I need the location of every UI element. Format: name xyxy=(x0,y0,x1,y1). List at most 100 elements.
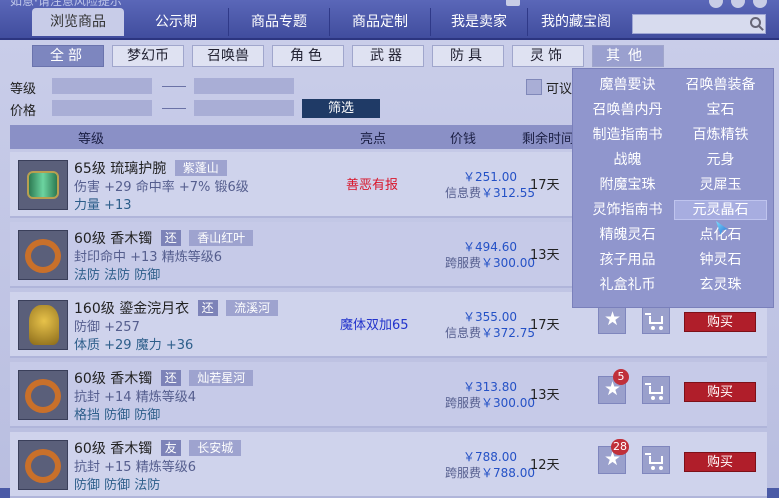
dropdown-item[interactable]: 战魄 xyxy=(581,150,674,170)
dropdown-item[interactable]: 孩子用品 xyxy=(581,250,674,270)
buy-button[interactable]: 购买 xyxy=(684,452,756,472)
favorite-button[interactable] xyxy=(598,306,626,334)
item-title: 160级 鎏金浣月衣 还 流溪河 xyxy=(74,298,279,318)
item-thumbnail[interactable] xyxy=(18,230,68,280)
negotiable-checkbox[interactable] xyxy=(526,79,542,95)
bracelet-icon xyxy=(27,171,59,199)
item-thumbnail[interactable] xyxy=(18,300,68,350)
friend-badge: 友 xyxy=(160,440,181,456)
dropdown-item[interactable]: 召唤兽内丹 xyxy=(581,100,674,120)
return-badge: 还 xyxy=(197,300,218,316)
item-title: 60级 香木镯 友 长安城 xyxy=(74,438,242,458)
dropdown-item[interactable]: 百炼精铁 xyxy=(674,125,767,145)
price-max-input[interactable] xyxy=(194,100,294,116)
item-attr2: 格挡 防御 防御 xyxy=(74,408,161,423)
category-accessory[interactable]: 灵饰 xyxy=(512,45,584,67)
dropdown-item[interactable]: 灵犀玉 xyxy=(674,175,767,195)
dropdown-item[interactable]: 魔兽要诀 xyxy=(581,75,674,95)
favorite-button[interactable]: 5 xyxy=(598,369,629,404)
item-level: 160级 xyxy=(74,301,115,317)
dropdown-item[interactable]: 宝石 xyxy=(674,100,767,120)
dropdown-item[interactable]: 制造指南书 xyxy=(581,125,674,145)
fee-label: 跨服费 xyxy=(444,256,481,270)
item-title: 60级 香木镯 还 灿若星河 xyxy=(74,368,254,388)
item-attr1: 伤害 +29 命中率 +7% 锻6级 xyxy=(74,180,249,195)
favorite-button[interactable]: 28 xyxy=(598,439,629,474)
tab-seller[interactable]: 我是卖家 xyxy=(431,8,528,36)
bracelet-icon xyxy=(25,239,61,273)
category-role[interactable]: 角色 xyxy=(272,45,344,67)
item-remaining: 13天 xyxy=(530,248,560,263)
category-all[interactable]: 全部 xyxy=(32,45,104,67)
search-icon[interactable] xyxy=(750,17,761,28)
item-thumbnail[interactable] xyxy=(18,440,68,490)
category-weapon[interactable]: 武器 xyxy=(352,45,424,67)
table-header: 等级 亮点 价钱 剩余时间 xyxy=(10,125,590,149)
favorite-count: 5 xyxy=(613,369,629,385)
level-min-input[interactable] xyxy=(52,78,152,94)
minimize-icon[interactable] xyxy=(709,0,723,8)
dropdown-item[interactable]: 元灵晶石 xyxy=(674,200,767,220)
buy-button[interactable]: 购买 xyxy=(684,312,756,332)
search-input[interactable] xyxy=(632,14,766,34)
cart-button[interactable] xyxy=(642,446,670,474)
item-attr2: 防御 防御 法防 xyxy=(74,478,161,493)
top-bar: 如意·请注意风险提示 浏览商品 公示期 商品专题 商品定制 我是卖家 我的藏宝阁 xyxy=(0,0,779,40)
fee-label: 跨服费 xyxy=(444,396,481,410)
table-row[interactable]: 60级 香木镯 友 长安城 抗封 +15 精炼等级6 防御 防御 法防 ￥788… xyxy=(10,432,767,498)
item-title: 60级 香木镯 还 香山红叶 xyxy=(74,228,254,248)
dropdown-item[interactable]: 钟灵石 xyxy=(674,250,767,270)
dropdown-grid: 魔兽要诀 召唤兽装备 召唤兽内丹 宝石 制造指南书 百炼精铁 战魄 元身 附魔宝珠 灵犀玉 灵饰指南… xyxy=(581,75,767,295)
dropdown-item[interactable]: 精魄灵石 xyxy=(581,225,674,245)
table-row[interactable]: 60级 香木镯 还 灿若星河 抗封 +14 精炼等级4 格挡 防御 防御 ￥31… xyxy=(10,362,767,428)
item-thumbnail[interactable] xyxy=(18,370,68,420)
item-name: 鎏金浣月衣 xyxy=(119,301,190,317)
category-bar: 全部 梦幻币 召唤兽 角色 武器 防具 灵饰 其他 xyxy=(32,45,664,67)
item-name: 香木镯 xyxy=(110,441,153,457)
window-icon[interactable] xyxy=(506,0,520,6)
buy-button[interactable]: 购买 xyxy=(684,382,756,402)
armor-icon xyxy=(29,305,59,345)
item-attr1: 抗封 +14 精炼等级4 xyxy=(74,390,196,405)
other-category-dropdown: 魔兽要诀 召唤兽装备 召唤兽内丹 宝石 制造指南书 百炼精铁 战魄 元身 附魔宝珠 灵犀玉 灵饰指南… xyxy=(572,68,774,308)
price-min-input[interactable] xyxy=(52,100,152,116)
category-other[interactable]: 其他 xyxy=(592,45,664,67)
dropdown-item[interactable]: 礼盒礼币 xyxy=(581,275,674,295)
tab-publicity[interactable]: 公示期 xyxy=(124,8,229,36)
server-tag: 紫蓬山 xyxy=(174,160,227,176)
category-armor[interactable]: 防具 xyxy=(432,45,504,67)
header-level: 等级 xyxy=(78,132,105,147)
category-pets[interactable]: 召唤兽 xyxy=(192,45,264,67)
server-tag: 流溪河 xyxy=(226,300,279,316)
level-max-input[interactable] xyxy=(194,78,294,94)
negotiable-label: 可议 xyxy=(546,82,573,97)
tab-my-treasure[interactable]: 我的藏宝阁 xyxy=(528,8,624,36)
settings-icon[interactable] xyxy=(731,0,745,8)
tab-topics[interactable]: 商品专题 xyxy=(229,8,330,36)
header-price: 价钱 xyxy=(450,132,477,147)
range-dash xyxy=(162,108,186,109)
tab-custom[interactable]: 商品定制 xyxy=(330,8,431,36)
filter-button[interactable]: 筛选 xyxy=(302,99,380,118)
item-attr1: 抗封 +15 精炼等级6 xyxy=(74,460,196,475)
close-icon[interactable] xyxy=(753,0,767,8)
dropdown-item[interactable]: 灵饰指南书 xyxy=(581,200,674,220)
range-dash xyxy=(162,86,186,87)
item-remaining: 17天 xyxy=(530,318,560,333)
return-badge: 还 xyxy=(160,370,181,386)
tab-browse[interactable]: 浏览商品 xyxy=(32,8,124,36)
item-thumbnail[interactable] xyxy=(18,160,68,210)
cart-button[interactable] xyxy=(642,306,670,334)
category-currency[interactable]: 梦幻币 xyxy=(112,45,184,67)
server-tag: 灿若星河 xyxy=(189,370,254,386)
dropdown-item[interactable]: 元身 xyxy=(674,150,767,170)
cart-button[interactable] xyxy=(642,376,670,404)
header-highlight: 亮点 xyxy=(360,132,387,147)
item-name: 香木镯 xyxy=(110,371,153,387)
price-label: 价格 xyxy=(10,104,37,119)
dropdown-item[interactable]: 召唤兽装备 xyxy=(674,75,767,95)
dropdown-item[interactable]: 附魔宝珠 xyxy=(581,175,674,195)
item-attr1: 封印命中 +13 精炼等级6 xyxy=(74,250,222,265)
dropdown-item[interactable]: 玄灵珠 xyxy=(674,275,767,295)
server-tag: 香山红叶 xyxy=(189,230,254,246)
